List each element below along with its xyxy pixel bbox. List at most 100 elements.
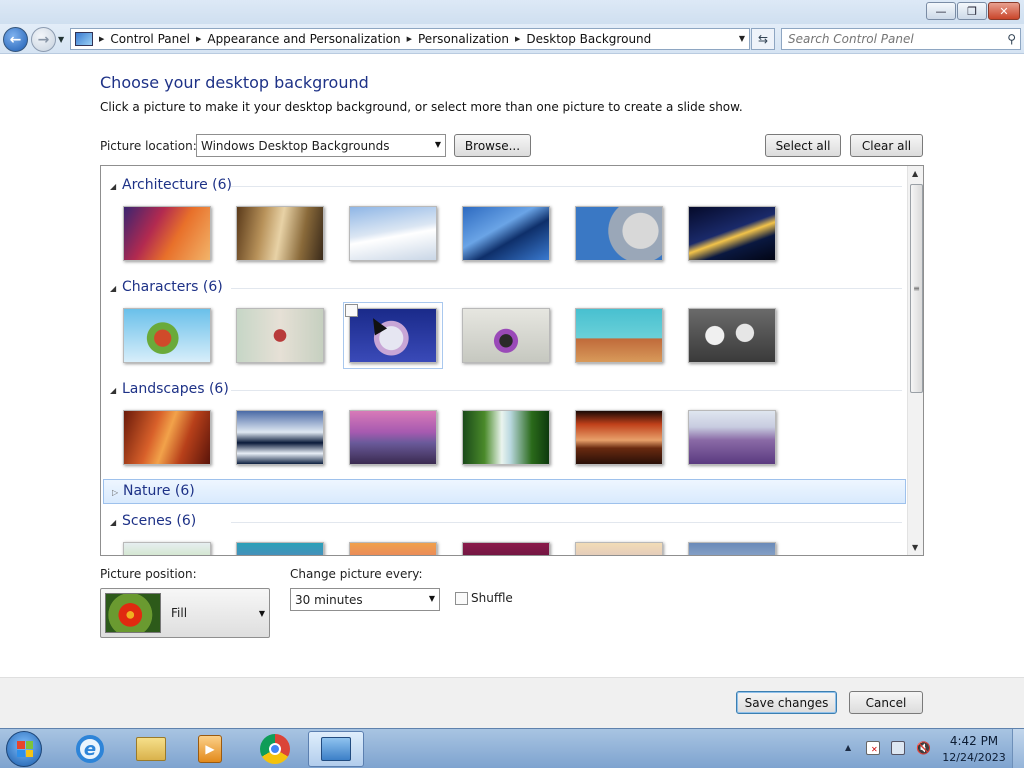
picture-position-label: Picture position: [100,567,197,581]
chevron-right-icon[interactable]: ▶ [405,35,414,43]
breadcrumb-desktop-background[interactable]: Desktop Background [522,32,655,46]
back-button[interactable]: ← [3,27,28,52]
clock-time[interactable]: 4:42 PM [944,734,1004,748]
wallpaper-thumbnail[interactable] [575,308,663,363]
breadcrumb-appearance[interactable]: Appearance and Personalization [203,32,404,46]
minimize-button[interactable]: — [926,2,956,20]
taskbar-internet-explorer[interactable]: e [62,731,118,767]
wallpaper-thumbnail[interactable] [688,542,776,555]
start-button[interactable] [6,731,42,767]
address-dropdown-icon[interactable]: ▼ [739,34,745,43]
group-header[interactable]: ◢ Architecture (6) [101,175,906,197]
wallpaper-thumbnail[interactable] [688,308,776,363]
network-icon[interactable] [891,741,905,755]
dropdown-arrow-icon: ▼ [428,594,435,603]
scroll-up-arrow-icon[interactable]: ▲ [912,169,918,178]
address-bar[interactable]: ▶ Control Panel ▶ Appearance and Persona… [70,28,750,50]
search-box[interactable]: ⚲ [781,28,1021,50]
group-title: Characters (6) [122,279,223,295]
wallpaper-thumbnail[interactable] [236,410,324,465]
refresh-icon: ⇆ [757,32,769,46]
browse-button[interactable]: Browse... [454,134,531,157]
picture-location-select[interactable]: Windows Desktop Backgrounds ▼ [196,134,446,157]
clock-date[interactable]: 12/24/2023 [939,751,1009,764]
select-all-button[interactable]: Select all [765,134,841,157]
wallpaper-thumbnail[interactable] [688,410,776,465]
wallpaper-thumbnail[interactable] [123,308,211,363]
collapse-triangle-icon[interactable]: ◢ [110,518,116,527]
chevron-right-icon[interactable]: ▶ [513,35,522,43]
clear-all-button[interactable]: Clear all [850,134,923,157]
gallery-scrollbar[interactable]: ▲ ≡ ▼ [907,166,923,555]
action-center-icon[interactable] [866,741,880,755]
search-input[interactable] [788,32,998,46]
wallpaper-thumbnail[interactable] [236,542,324,555]
scroll-down-arrow-icon[interactable]: ▼ [912,543,918,552]
taskbar-chrome[interactable] [247,731,303,767]
wallpaper-thumbnail[interactable] [688,206,776,261]
wallpaper-thumbnail[interactable] [123,410,211,465]
taskbar-windows-explorer[interactable] [123,731,179,767]
change-picture-value: 30 minutes [295,592,363,607]
group-title: Scenes (6) [122,513,197,529]
group-title: Landscapes (6) [122,381,229,397]
group-nature[interactable]: ▷ Nature (6) [103,479,906,504]
wallpaper-gallery[interactable]: ◢ Architecture (6) ◢ Characters (6) ◢ La… [100,165,924,556]
breadcrumb-control-panel[interactable]: Control Panel [106,32,194,46]
scrollbar-thumb[interactable]: ≡ [910,184,923,393]
show-desktop-button[interactable] [1012,729,1024,768]
wallpaper-thumbnail[interactable] [575,542,663,555]
wallpaper-thumbnail[interactable] [236,308,324,363]
wallpaper-thumbnail[interactable] [123,542,211,555]
chevron-right-icon[interactable]: ▶ [194,35,203,43]
group-title: Nature (6) [123,483,195,499]
picture-position-select[interactable]: Fill ▼ [100,588,270,638]
position-preview-image [105,593,161,633]
collapse-triangle-icon[interactable]: ◢ [110,284,116,293]
cancel-button[interactable]: Cancel [849,691,923,714]
wallpaper-thumbnail[interactable] [575,410,663,465]
shuffle-checkbox[interactable] [455,592,468,605]
group-title: Architecture (6) [122,177,232,193]
group-header[interactable]: ◢ Characters (6) [101,277,906,299]
refresh-button[interactable]: ⇆ [751,28,775,50]
forward-button[interactable]: → [31,27,56,52]
collapse-triangle-icon[interactable]: ◢ [110,386,116,395]
wallpaper-thumbnail[interactable] [462,308,550,363]
breadcrumb-personalization[interactable]: Personalization [414,32,513,46]
close-button[interactable]: ✕ [988,2,1020,20]
page-description: Click a picture to make it your desktop … [100,100,743,114]
maximize-button[interactable]: ❐ [957,2,987,20]
expand-triangle-icon[interactable]: ▷ [112,488,118,497]
wallpaper-thumbnail[interactable] [462,542,550,555]
search-icon[interactable]: ⚲ [1007,32,1016,46]
thumbnail-checkbox[interactable] [345,304,358,317]
wallpaper-thumbnail[interactable] [349,542,437,555]
wallpaper-thumbnail[interactable] [462,410,550,465]
recent-pages-dropdown[interactable]: ▼ [58,35,64,44]
chrome-icon [260,734,290,764]
wallpaper-thumbnail[interactable] [349,410,437,465]
wallpaper-thumbnail[interactable] [123,206,211,261]
change-picture-select[interactable]: 30 minutes ▼ [290,588,440,611]
wallpaper-thumbnail-hovered[interactable] [343,302,443,369]
collapse-triangle-icon[interactable]: ◢ [110,182,116,191]
folder-icon [136,737,166,761]
wallpaper-thumbnail[interactable] [236,206,324,261]
mouse-cursor-icon [366,314,388,336]
wallpaper-thumbnail[interactable] [462,206,550,261]
save-changes-button[interactable]: Save changes [736,691,837,714]
shuffle-label[interactable]: Shuffle [471,591,513,605]
group-header[interactable]: ◢ Landscapes (6) [101,379,906,401]
chevron-right-icon[interactable]: ▶ [97,35,106,43]
taskbar: e ▶ ▲ 🔇 4:42 PM 12/24/2023 [0,728,1024,768]
wallpaper-thumbnail[interactable] [575,206,663,261]
taskbar-media-player[interactable]: ▶ [182,731,238,767]
taskbar-control-panel[interactable] [308,731,364,767]
wallpaper-thumbnail[interactable] [349,206,437,261]
change-picture-label: Change picture every: [290,567,423,581]
volume-muted-icon[interactable]: 🔇 [916,741,931,755]
show-hidden-icons-button[interactable]: ▲ [845,743,851,752]
internet-explorer-icon: e [76,735,104,763]
group-header[interactable]: ◢ Scenes (6) [101,511,906,533]
